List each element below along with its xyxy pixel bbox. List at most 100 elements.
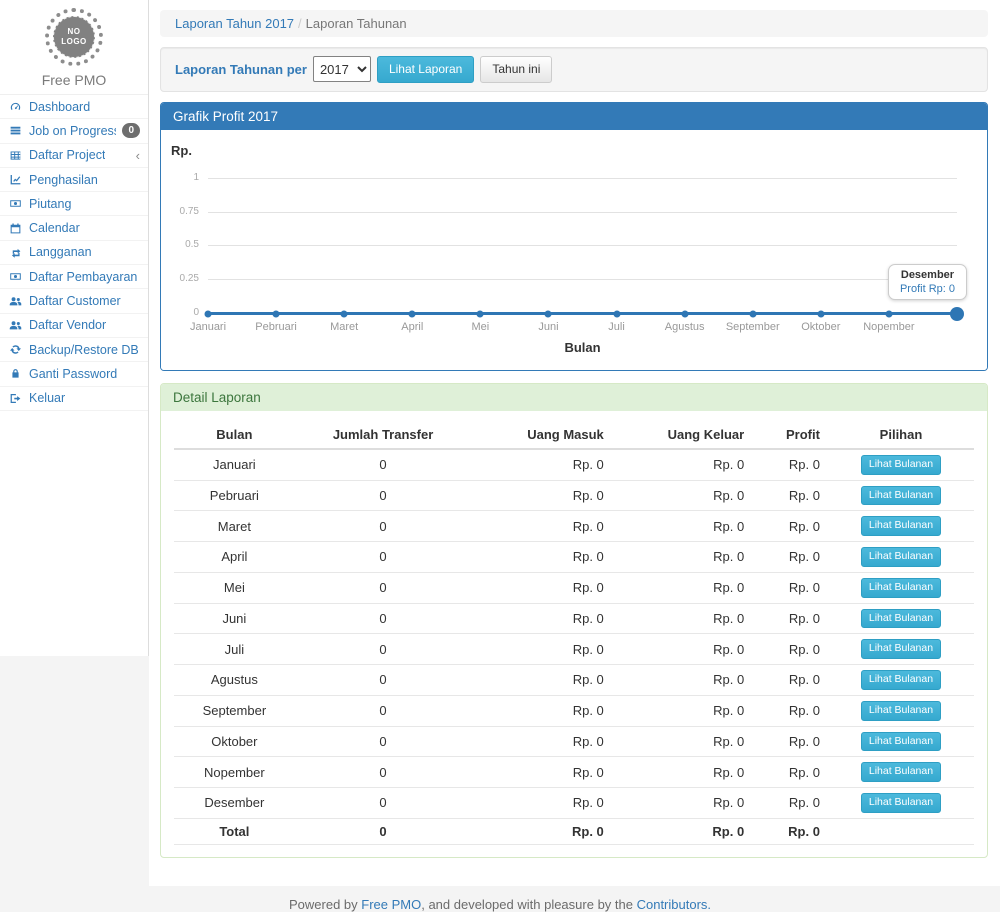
y-tick-label: 1 xyxy=(161,172,199,183)
data-point-pebruari[interactable] xyxy=(273,310,280,317)
sidebar-item-job-on-progress[interactable]: Job on Progress0 xyxy=(0,119,148,143)
cell-pilihan: Lihat Bulanan xyxy=(828,480,974,511)
view-monthly-button[interactable]: Lihat Bulanan xyxy=(861,455,941,475)
cell-profit: Rp. 0 xyxy=(752,726,828,757)
view-monthly-button[interactable]: Lihat Bulanan xyxy=(861,639,941,659)
view-monthly-button[interactable]: Lihat Bulanan xyxy=(861,516,941,536)
table-row: Pebruari0Rp. 0Rp. 0Rp. 0Lihat Bulanan xyxy=(174,480,974,511)
view-monthly-button[interactable]: Lihat Bulanan xyxy=(861,578,941,598)
data-point-desember[interactable] xyxy=(950,307,964,321)
detail-report-panel: Detail Laporan BulanJumlah TransferUang … xyxy=(160,383,988,858)
this-year-button[interactable]: Tahun ini xyxy=(480,56,552,83)
sidebar-item-dashboard[interactable]: Dashboard xyxy=(0,95,148,119)
data-point-nopember[interactable] xyxy=(885,310,892,317)
data-point-juli[interactable] xyxy=(613,310,620,317)
table-row: April0Rp. 0Rp. 0Rp. 0Lihat Bulanan xyxy=(174,542,974,573)
no-logo-badge: NO LOGO xyxy=(45,8,103,66)
view-monthly-button[interactable]: Lihat Bulanan xyxy=(861,762,941,782)
sidebar-item-penghasilan[interactable]: Penghasilan xyxy=(0,168,148,192)
cell-uang_keluar: Rp. 0 xyxy=(612,788,752,819)
data-point-juni[interactable] xyxy=(545,310,552,317)
table-row: Januari0Rp. 0Rp. 0Rp. 0Lihat Bulanan xyxy=(174,449,974,480)
cell-uang_keluar: Rp. 0 xyxy=(612,818,752,844)
cell-uang_masuk: Rp. 0 xyxy=(471,511,611,542)
sign-out-icon xyxy=(8,392,23,405)
table-row: Oktober0Rp. 0Rp. 0Rp. 0Lihat Bulanan xyxy=(174,726,974,757)
sidebar-item-label: Langganan xyxy=(29,245,92,259)
cell-jumlah_transfer: 0 xyxy=(295,511,472,542)
sidebar-item-keluar[interactable]: Keluar xyxy=(0,387,148,411)
cell-uang_masuk: Rp. 0 xyxy=(471,726,611,757)
tooltip-month: Desember xyxy=(900,269,955,281)
cell-profit: Rp. 0 xyxy=(752,695,828,726)
sidebar-item-daftar-project[interactable]: Daftar Project‹ xyxy=(0,144,148,168)
cell-uang_keluar: Rp. 0 xyxy=(612,634,752,665)
cell-uang_keluar: Rp. 0 xyxy=(612,572,752,603)
cell-bulan: Nopember xyxy=(174,757,295,788)
data-point-april[interactable] xyxy=(409,310,416,317)
cell-uang_keluar: Rp. 0 xyxy=(612,480,752,511)
cell-bulan: Oktober xyxy=(174,726,295,757)
sidebar-item-backup-restore-db[interactable]: Backup/Restore DB xyxy=(0,338,148,362)
users-icon xyxy=(8,295,23,308)
view-monthly-button[interactable]: Lihat Bulanan xyxy=(861,732,941,752)
view-report-button[interactable]: Lihat Laporan xyxy=(377,56,474,83)
sidebar-item-langganan[interactable]: Langganan xyxy=(0,241,148,265)
column-header-jumlah-transfer: Jumlah Transfer xyxy=(295,421,472,449)
cell-jumlah_transfer: 0 xyxy=(295,695,472,726)
footer-text-prefix: Powered by xyxy=(289,897,361,912)
view-monthly-button[interactable]: Lihat Bulanan xyxy=(861,670,941,690)
logo-block: NO LOGO Free PMO xyxy=(0,0,148,94)
sidebar-item-daftar-pembayaran[interactable]: Daftar Pembayaran xyxy=(0,265,148,289)
sidebar-item-label: Dashboard xyxy=(29,100,90,114)
sidebar-item-daftar-vendor[interactable]: Daftar Vendor xyxy=(0,314,148,338)
cell-profit: Rp. 0 xyxy=(752,449,828,480)
calendar-icon xyxy=(8,222,23,235)
table-row: Nopember0Rp. 0Rp. 0Rp. 0Lihat Bulanan xyxy=(174,757,974,788)
column-header-pilihan: Pilihan xyxy=(828,421,974,449)
view-monthly-button[interactable]: Lihat Bulanan xyxy=(861,547,941,567)
cell-jumlah_transfer: 0 xyxy=(295,542,472,573)
breadcrumb-link[interactable]: Laporan Tahun 2017 xyxy=(175,16,294,31)
cell-uang_keluar: Rp. 0 xyxy=(612,511,752,542)
cell-profit: Rp. 0 xyxy=(752,480,828,511)
sidebar-item-daftar-customer[interactable]: Daftar Customer xyxy=(0,289,148,313)
sidebar-item-piutang[interactable]: Piutang xyxy=(0,192,148,216)
cell-jumlah_transfer: 0 xyxy=(295,603,472,634)
data-point-oktober[interactable] xyxy=(817,310,824,317)
filter-label: Laporan Tahunan per xyxy=(175,62,307,77)
data-point-maret[interactable] xyxy=(341,310,348,317)
chart-panel-title: Grafik Profit 2017 xyxy=(161,103,987,130)
cell-jumlah_transfer: 0 xyxy=(295,818,472,844)
data-point-mei[interactable] xyxy=(477,310,484,317)
view-monthly-button[interactable]: Lihat Bulanan xyxy=(861,609,941,629)
cell-uang_keluar: Rp. 0 xyxy=(612,695,752,726)
retweet-icon xyxy=(8,246,23,259)
cell-pilihan xyxy=(828,818,974,844)
footer-link-freepmo[interactable]: Free PMO xyxy=(361,897,421,912)
data-point-september[interactable] xyxy=(749,310,756,317)
year-select[interactable]: 2017 xyxy=(313,56,371,82)
cell-profit: Rp. 0 xyxy=(752,603,828,634)
data-point-agustus[interactable] xyxy=(681,310,688,317)
sidebar-item-calendar[interactable]: Calendar xyxy=(0,216,148,240)
cell-jumlah_transfer: 0 xyxy=(295,665,472,696)
footer-link-contributors[interactable]: Contributors. xyxy=(637,897,711,912)
data-point-januari[interactable] xyxy=(205,310,212,317)
refresh-icon xyxy=(8,343,23,356)
cell-bulan: Agustus xyxy=(174,665,295,696)
view-monthly-button[interactable]: Lihat Bulanan xyxy=(861,486,941,506)
sidebar-item-ganti-password[interactable]: Ganti Password xyxy=(0,362,148,386)
cell-bulan: Mei xyxy=(174,572,295,603)
table-row: Agustus0Rp. 0Rp. 0Rp. 0Lihat Bulanan xyxy=(174,665,974,696)
x-tick-label: September xyxy=(726,321,780,333)
sidebar-item-label: Backup/Restore DB xyxy=(29,343,139,357)
footer-text-middle: , and developed with pleasure by the xyxy=(421,897,636,912)
cell-profit: Rp. 0 xyxy=(752,788,828,819)
view-monthly-button[interactable]: Lihat Bulanan xyxy=(861,793,941,813)
table-row: Maret0Rp. 0Rp. 0Rp. 0Lihat Bulanan xyxy=(174,511,974,542)
cell-uang_masuk: Rp. 0 xyxy=(471,665,611,696)
view-monthly-button[interactable]: Lihat Bulanan xyxy=(861,701,941,721)
footer: Powered by Free PMO, and developed with … xyxy=(0,886,1000,912)
cell-jumlah_transfer: 0 xyxy=(295,572,472,603)
